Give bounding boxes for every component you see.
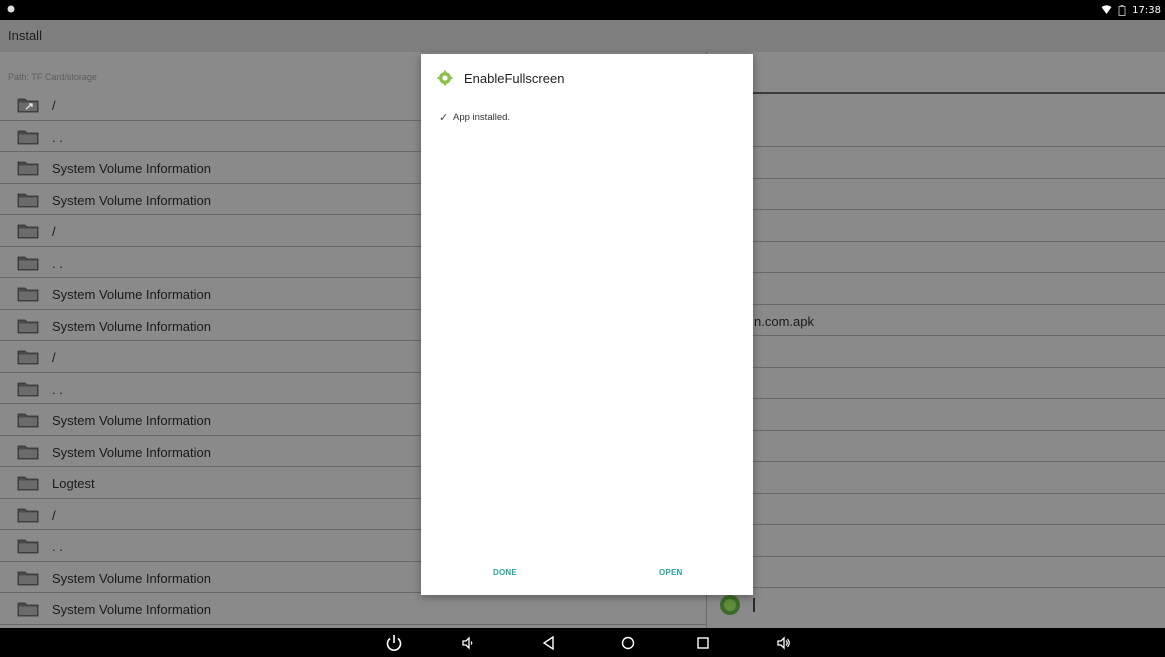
list-item-label: / [52,350,56,365]
list-item[interactable]: System Volume Information [0,593,706,625]
folder-icon [17,508,39,522]
folder-icon [17,161,39,176]
divider [707,524,1165,525]
battery-icon [1118,4,1126,16]
folder-up-icon [17,98,39,113]
folder-icon [17,224,39,239]
list-item-label: . . [52,255,63,271]
done-button[interactable]: DONE [493,568,517,577]
divider [707,146,1165,147]
power-icon[interactable] [384,633,404,653]
folder-icon [17,350,39,365]
status-time: 17:38 [1132,4,1161,16]
list-item-label: . . [52,129,63,145]
volume-up-icon[interactable] [773,633,793,653]
divider [707,493,1165,494]
folder-icon [17,256,39,270]
dialog-title: EnableFullscreen [464,71,565,86]
list-item-label: / [52,98,56,113]
list-item-label: System Volume Information [52,287,211,302]
divider [707,587,1165,588]
folder-icon [17,193,39,207]
install-dialog: EnableFullscreen ✓ App installed. DONE O… [421,54,753,595]
apk-list-pane: n.com.apk [706,52,1165,628]
list-item-label: System Volume Information [52,444,211,460]
divider [707,209,1165,210]
folder-icon [17,539,39,554]
folder-icon [17,476,39,491]
tab-underline [707,92,1165,94]
android-notification-icon [7,5,15,13]
list-item-label: System Volume Information [52,318,211,334]
divider [707,461,1165,462]
volume-down-icon[interactable] [458,633,478,653]
divider [707,241,1165,242]
action-bar-title: Install [8,28,42,43]
list-item-label: / [52,507,56,523]
divider [707,398,1165,399]
path-label: Path: TF Card/storage [8,72,97,82]
install-message: App installed. [453,112,511,123]
list-item-label: System Volume Information [52,413,211,428]
wifi-icon [1101,5,1112,14]
divider [707,335,1165,336]
folder-icon [17,130,39,144]
divider [707,430,1165,431]
divider [707,178,1165,179]
open-button[interactable]: OPEN [659,568,682,577]
folder-icon [17,571,39,585]
app-settings-icon [437,70,453,86]
folder-icon [17,319,39,333]
apk-file-name[interactable]: n.com.apk [754,314,814,329]
recents-icon[interactable] [693,633,713,653]
divider [707,556,1165,557]
checkmark-icon: ✓ [439,112,449,124]
list-item-label: System Volume Information [52,161,211,176]
list-item-label: System Volume Information [52,192,211,208]
action-bar: Install [0,20,1165,52]
folder-icon [17,445,39,459]
status-icons: 17:38 [1101,3,1161,17]
list-item-label: / [52,224,56,239]
folder-icon [17,287,39,302]
list-item-label: Logtest [52,476,95,491]
back-icon[interactable] [539,633,559,653]
divider [707,367,1165,368]
home-icon[interactable] [618,633,638,653]
list-item-label: System Volume Information [52,602,211,617]
folder-icon [17,382,39,396]
apk-app-icon [720,595,740,615]
scroll-indicator [753,598,755,612]
list-item-label: . . [52,539,63,554]
status-bar: 17:38 [0,0,1165,20]
folder-icon [17,602,39,617]
divider [707,272,1165,273]
folder-icon [17,413,39,428]
divider [707,304,1165,305]
list-item-label: System Volume Information [52,570,211,586]
navigation-bar [0,628,1165,657]
list-item-label: . . [52,381,63,397]
